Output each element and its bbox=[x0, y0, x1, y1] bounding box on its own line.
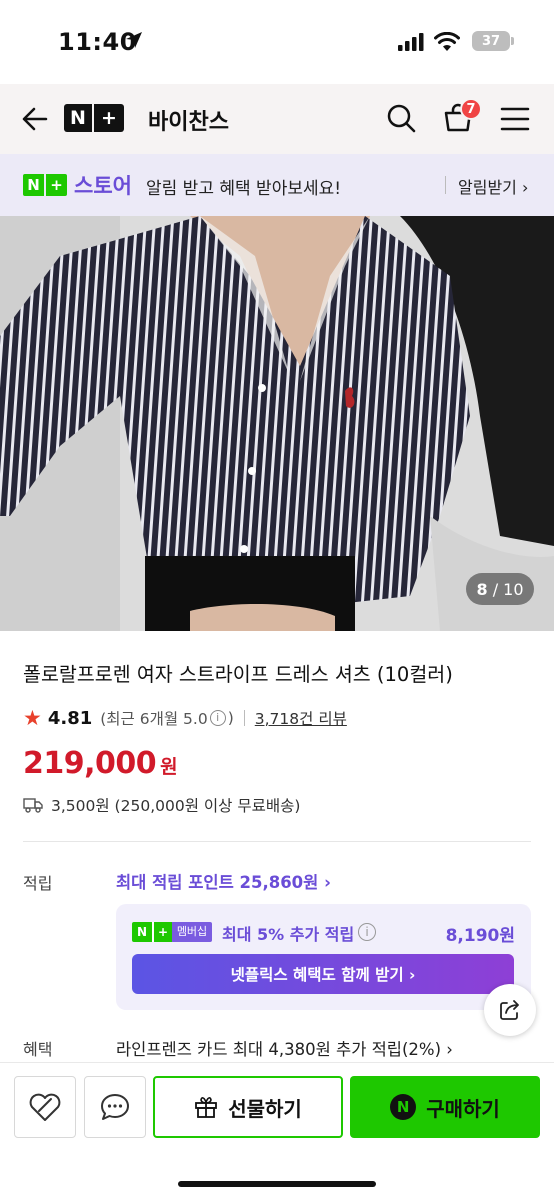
membership-amount: 8,190원 bbox=[445, 926, 515, 946]
promo-brand: 스토어 bbox=[74, 174, 132, 198]
share-icon bbox=[500, 1000, 519, 1020]
promo-message: 알림 받고 혜택 받아보세요! bbox=[146, 179, 342, 199]
gift-button[interactable]: 선물하기 bbox=[153, 1076, 343, 1138]
logo-n: N bbox=[70, 107, 86, 129]
notification-promo-banner[interactable]: N + 스토어 알림 받고 혜택 받아보세요! 알림받기 › bbox=[0, 154, 554, 216]
promo-divider bbox=[445, 176, 446, 194]
product-photo bbox=[0, 216, 554, 631]
netflix-benefit-button[interactable]: 넷플릭스 혜택도 함께 받기 › bbox=[132, 954, 514, 994]
membership-badge-plus: + bbox=[152, 922, 172, 942]
share-button[interactable] bbox=[484, 984, 536, 1036]
price-unit: 원 bbox=[160, 756, 178, 778]
bottom-action-bar: 선물하기 N 구매하기 bbox=[0, 1062, 554, 1200]
rating-divider bbox=[243, 710, 245, 726]
store-name[interactable]: 바이찬스 bbox=[148, 104, 229, 136]
nplus-plus: + bbox=[50, 176, 63, 194]
wifi-icon bbox=[434, 32, 460, 51]
gift-icon bbox=[195, 1097, 218, 1118]
points-label: 적립 bbox=[23, 874, 53, 893]
image-pager: 8 / 10 bbox=[466, 573, 534, 605]
chat-button[interactable] bbox=[84, 1076, 146, 1138]
signal-icon bbox=[398, 33, 424, 51]
buy-label: 구매하기 bbox=[426, 1096, 500, 1121]
pager-total: / 10 bbox=[492, 579, 524, 599]
product-title: 폴로랄프로렌 여자 스트라이프 드레스 셔츠 (10컬러) bbox=[23, 663, 453, 686]
location-arrow-icon bbox=[126, 32, 142, 48]
logo-plus: + bbox=[101, 107, 117, 129]
membership-badge-n: N bbox=[132, 922, 152, 942]
chat-icon bbox=[101, 1094, 129, 1120]
rating-row: ★ 4.81 (최근 6개월 5.0 i ) 3,718건 리뷰 bbox=[23, 706, 347, 730]
info-icon[interactable]: i bbox=[358, 923, 376, 941]
back-arrow-icon[interactable] bbox=[20, 106, 48, 132]
heart-icon bbox=[29, 1093, 61, 1121]
benefits-label: 혜택 bbox=[23, 1040, 53, 1059]
price: 219,000 원 bbox=[23, 746, 178, 781]
star-icon: ★ bbox=[23, 706, 42, 730]
rating-score: 4.81 bbox=[47, 707, 93, 729]
battery-icon: 37 bbox=[472, 31, 510, 51]
membership-box: N + 멤버십 최대 5% 추가 적립 i 8,190원 넷플릭스 혜택도 함께… bbox=[116, 904, 531, 1010]
status-bar: 11:40 37 bbox=[0, 0, 554, 84]
product-image-carousel[interactable]: 8 / 10 bbox=[0, 216, 554, 631]
cart-count-badge: 7 bbox=[460, 98, 482, 120]
nplus-n: N bbox=[27, 176, 40, 194]
menu-icon[interactable] bbox=[500, 106, 530, 132]
membership-badge: N + 멤버십 bbox=[132, 922, 212, 942]
truck-icon bbox=[23, 798, 43, 813]
info-icon[interactable]: i bbox=[209, 710, 226, 726]
pager-current: 8 bbox=[476, 579, 488, 599]
max-points-link[interactable]: 최대 적립 포인트 25,860원 › bbox=[116, 869, 331, 893]
app-bar: N + 바이찬스 7 bbox=[0, 84, 554, 154]
review-count-link[interactable]: 3,718건 리뷰 bbox=[255, 707, 347, 729]
section-divider bbox=[23, 841, 531, 842]
membership-badge-text: 멤버십 bbox=[172, 922, 212, 942]
rating-recent-close: ) bbox=[227, 709, 234, 727]
search-icon[interactable] bbox=[386, 103, 416, 133]
card-benefit-link[interactable]: 라인프렌즈 카드 최대 4,380원 추가 적립(2%) › bbox=[116, 1036, 453, 1060]
shipping-text: 3,500원 (250,000원 이상 무료배송) bbox=[51, 797, 301, 815]
wishlist-button[interactable] bbox=[14, 1076, 76, 1138]
membership-extra: 최대 5% 추가 적립 bbox=[222, 925, 355, 944]
home-indicator bbox=[178, 1181, 376, 1187]
price-value: 219,000 bbox=[23, 746, 157, 781]
buy-button[interactable]: N 구매하기 bbox=[350, 1076, 540, 1138]
naver-plus-logo[interactable]: N + bbox=[64, 104, 124, 132]
rating-recent: (최근 6개월 5.0 bbox=[100, 710, 208, 728]
shipping-info: 3,500원 (250,000원 이상 무료배송) bbox=[23, 794, 300, 816]
gift-label: 선물하기 bbox=[228, 1096, 302, 1121]
battery-tip bbox=[511, 37, 514, 45]
nplus-badge: N + bbox=[23, 174, 67, 196]
npay-icon: N bbox=[390, 1094, 417, 1120]
notification-subscribe-link[interactable]: 알림받기 › bbox=[458, 174, 528, 198]
